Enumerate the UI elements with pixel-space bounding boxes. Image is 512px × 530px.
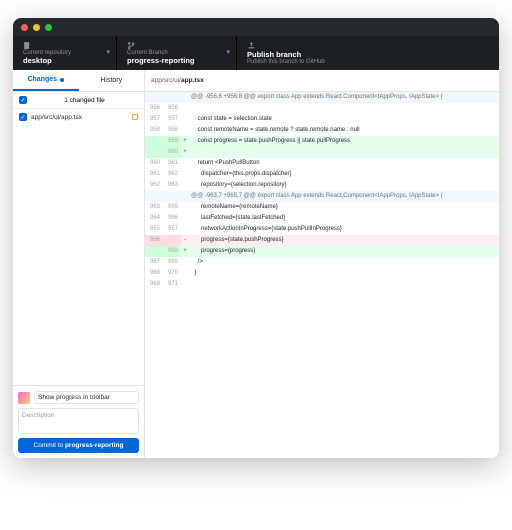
chevron-down-icon: ▾ [106, 48, 110, 56]
publish-button[interactable]: Publish branch Publish this branch to Gi… [237, 36, 499, 70]
branch-icon [127, 41, 136, 50]
tab-changes[interactable]: Changes [13, 70, 79, 91]
commit-button[interactable]: Commit to progress-reporting [18, 438, 139, 453]
diff-path-file: app.tsx [181, 77, 204, 84]
commit-summary-input[interactable] [34, 391, 139, 404]
repo-selector[interactable]: Current repository desktop ▾ [13, 36, 117, 70]
hunk-header: @@ -956,6 +956,8 @@ export class App ext… [145, 92, 499, 103]
file-row[interactable]: ✓ app/src/ui/app.tsx [13, 109, 144, 125]
changes-indicator-icon [60, 78, 64, 82]
diff-line[interactable]: 960+ [145, 147, 499, 158]
diff-line[interactable]: 965967 networkActionInProgress={state.pu… [145, 224, 499, 235]
branch-selector[interactable]: Current Branch progress-reporting ▾ [117, 36, 237, 70]
diff-line[interactable]: 961962 dispatcher={this.props.dispatcher… [145, 169, 499, 180]
zoom-icon[interactable] [45, 24, 52, 31]
diff-path-dir: app/src/ui/ [151, 77, 181, 84]
publish-label: Publish branch [247, 50, 489, 59]
commit-form: Description Commit to progress-reporting [13, 385, 144, 458]
diff-header: app/src/ui/app.tsx [145, 70, 499, 92]
publish-sub: Publish this branch to GitHub [247, 59, 489, 65]
diff-line[interactable]: 964966 lastFetched={state.lastFetched} [145, 213, 499, 224]
tab-history[interactable]: History [79, 70, 145, 91]
repo-name: desktop [23, 56, 106, 65]
branch-name: progress-reporting [127, 56, 226, 65]
diff-line[interactable]: 968+ progress={progress} [145, 246, 499, 257]
changed-count: 1 changed file [31, 97, 138, 104]
chevron-down-icon: ▾ [226, 48, 230, 56]
diff-line[interactable]: 967969 /> [145, 257, 499, 268]
diff-line[interactable]: 956956 [145, 103, 499, 114]
repo-icon [23, 41, 32, 50]
diff-panel: app/src/ui/app.tsx @@ -956,6 +956,8 @@ e… [145, 70, 499, 458]
diff-line[interactable]: 957957 const state = selection.state [145, 114, 499, 125]
diff-line[interactable]: 969971 [145, 279, 499, 290]
diff-body[interactable]: @@ -956,6 +956,8 @@ export class App ext… [145, 92, 499, 458]
diff-line[interactable]: 966- progress={state.pushProgress} [145, 235, 499, 246]
file-checkbox[interactable]: ✓ [19, 113, 27, 121]
tabs: Changes History [13, 70, 144, 92]
diff-line[interactable]: 959+ const progress = state.pushProgress… [145, 136, 499, 147]
diff-line[interactable]: 963965 remoteName={remoteName} [145, 202, 499, 213]
file-path: app/src/ui/app.tsx [31, 114, 82, 121]
upload-icon [247, 41, 256, 50]
modified-icon [132, 114, 138, 120]
select-all-checkbox[interactable]: ✓ [19, 96, 27, 104]
main: Changes History ✓ 1 changed file ✓ app/s… [13, 70, 499, 458]
commit-description-input[interactable]: Description [18, 408, 139, 434]
diff-line[interactable]: 968970 } [145, 268, 499, 279]
titlebar [13, 18, 499, 36]
sidebar: Changes History ✓ 1 changed file ✓ app/s… [13, 70, 145, 458]
app-window: Current repository desktop ▾ Current Bra… [13, 18, 499, 458]
diff-line[interactable]: @@ -963,7 +965,7 @@ export class App ext… [145, 191, 499, 202]
diff-line[interactable]: 958958 const remoteName = state.remote ?… [145, 125, 499, 136]
diff-line[interactable]: 960961 return <PushPullButton [145, 158, 499, 169]
toolbar: Current repository desktop ▾ Current Bra… [13, 36, 499, 70]
minimize-icon[interactable] [33, 24, 40, 31]
close-icon[interactable] [21, 24, 28, 31]
avatar [18, 392, 30, 404]
diff-line[interactable]: 962963 repository={selection.repository} [145, 180, 499, 191]
changes-summary[interactable]: ✓ 1 changed file [13, 92, 144, 109]
